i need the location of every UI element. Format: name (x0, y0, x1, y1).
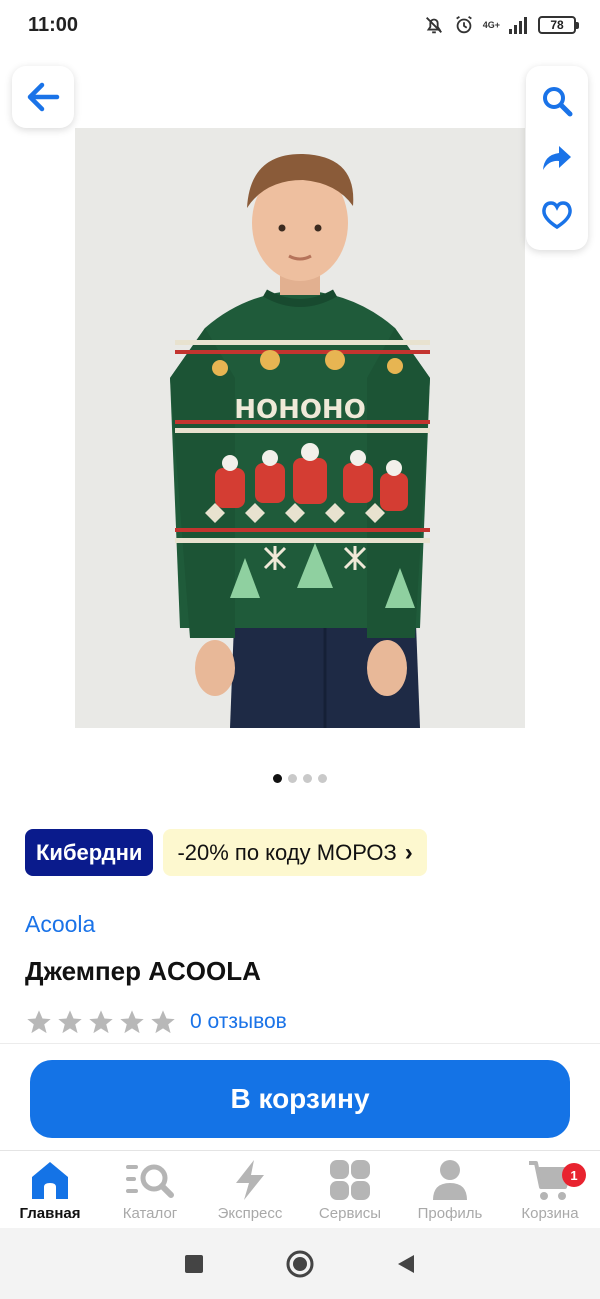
share-button[interactable] (533, 134, 581, 182)
status-time: 11:00 (28, 14, 79, 36)
product-image[interactable]: HOHOHO (75, 128, 525, 728)
profile-icon (433, 1160, 467, 1200)
nav-item-express[interactable]: Экспресс (200, 1151, 300, 1228)
home-icon (32, 1162, 68, 1199)
nav-item-profile[interactable]: Профиль (400, 1151, 500, 1228)
carousel-indicator (0, 774, 600, 783)
product-photo: HOHOHO (75, 128, 525, 728)
favorite-button[interactable] (533, 191, 581, 239)
bell-off-icon (425, 17, 442, 34)
nav-label: Сервисы (318, 1205, 382, 1222)
arrow-left-icon (27, 82, 60, 112)
nav-label: Профиль (417, 1205, 483, 1222)
nav-item-catalog[interactable]: Каталог (100, 1151, 200, 1228)
home-circle-icon[interactable] (285, 1249, 315, 1279)
add-to-cart-button[interactable]: В корзину (30, 1060, 570, 1138)
cyberdays-badge: Кибердни (25, 829, 154, 876)
network-label: 4G+ (482, 20, 500, 30)
promo-badges: Кибердни -20% по коду МОРОЗ › (25, 829, 427, 876)
battery-icon: 78 (538, 16, 579, 34)
star-icon (58, 1010, 82, 1034)
search-button[interactable] (533, 77, 581, 125)
carousel-dot[interactable] (303, 774, 312, 783)
signal-icon (509, 17, 527, 34)
search-icon (543, 86, 573, 117)
catalog-search-icon (126, 1164, 174, 1198)
rating-row[interactable]: 0 отзывов (25, 1008, 287, 1036)
star-rating (25, 1008, 177, 1036)
product-title: Джемпер ACOOLA (25, 956, 261, 986)
carousel-dot[interactable] (273, 774, 282, 783)
cart-count-badge: 1 (562, 1163, 586, 1187)
chevron-right-icon: › (404, 838, 413, 866)
services-icon (330, 1160, 370, 1200)
star-icon (89, 1010, 113, 1034)
share-arrow-icon (543, 145, 571, 170)
carousel-dot[interactable] (318, 774, 327, 783)
star-icon (120, 1010, 144, 1034)
reviews-link[interactable]: 0 отзывов (190, 1010, 287, 1034)
star-icon (151, 1010, 175, 1034)
nav-label: Экспресс (217, 1205, 283, 1222)
system-nav-bar (0, 1228, 600, 1299)
brand-link[interactable]: Acoola (25, 911, 95, 938)
back-button[interactable] (12, 66, 74, 128)
heart-icon (542, 201, 572, 230)
promo-code-badge[interactable]: -20% по коду МОРОЗ › (163, 829, 427, 876)
nav-item-home[interactable]: Главная (0, 1151, 100, 1228)
divider (0, 1043, 600, 1044)
lightning-icon (236, 1160, 264, 1200)
back-triangle-icon[interactable] (395, 1253, 417, 1275)
nav-label: Главная (19, 1205, 81, 1222)
promo-code-text: -20% по коду МОРОЗ (177, 839, 397, 865)
nav-label: Каталог (122, 1205, 178, 1222)
alarm-icon (455, 15, 472, 34)
sweater-print-text: HOHOHO (234, 395, 366, 425)
nav-label: Корзина (521, 1205, 579, 1222)
star-icon (27, 1010, 51, 1034)
nav-item-services[interactable]: Сервисы (300, 1151, 400, 1228)
bottom-nav: Главная Каталог Экспресс Сервисы Профиль… (0, 1150, 600, 1228)
action-stack (526, 66, 588, 250)
nav-item-cart[interactable]: Корзина 1 (500, 1151, 600, 1228)
status-bar: 11:00 4G+ 78 (0, 0, 600, 56)
recent-apps-icon[interactable] (183, 1253, 205, 1275)
carousel-dot[interactable] (288, 774, 297, 783)
status-icons: 4G+ 78 (423, 14, 579, 36)
